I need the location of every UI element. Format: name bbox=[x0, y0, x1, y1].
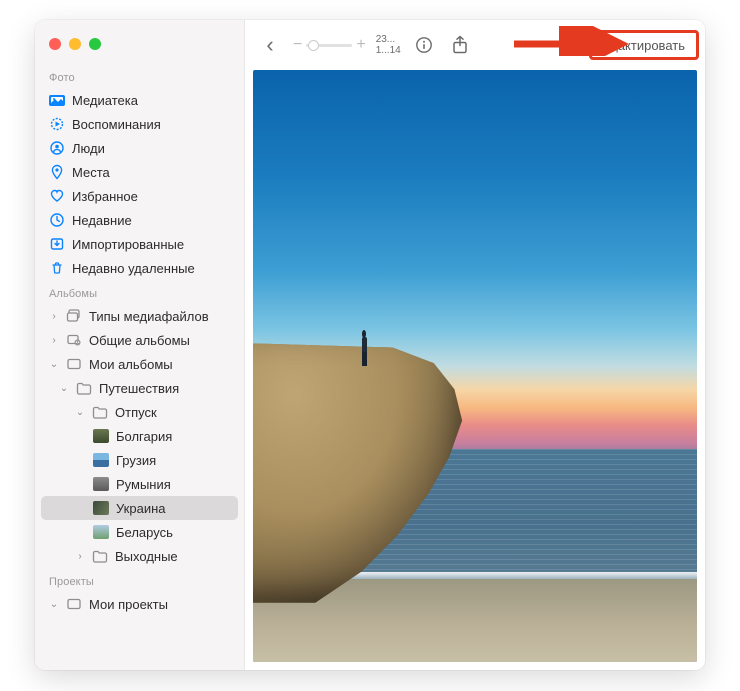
album-thumb-icon bbox=[93, 453, 109, 467]
chevron-down-icon: ⌄ bbox=[75, 407, 85, 418]
person-silhouette-icon bbox=[360, 330, 370, 366]
folder-icon bbox=[76, 380, 92, 396]
sidebar-item-bulgaria[interactable]: Болгария bbox=[35, 424, 244, 448]
sidebar-item-label: Отпуск bbox=[115, 405, 234, 420]
sidebar-item-label: Выходные bbox=[115, 549, 234, 564]
sidebar-item-label: Люди bbox=[72, 141, 234, 156]
sidebar-item-my-albums[interactable]: ⌄ Мои альбомы bbox=[35, 352, 244, 376]
toolbar: ‹ − + 23... 1...14 Редактировать bbox=[245, 20, 705, 70]
close-icon[interactable] bbox=[49, 38, 61, 50]
chevron-right-icon: › bbox=[49, 335, 59, 346]
trash-icon bbox=[49, 260, 65, 276]
section-header-albums: Альбомы bbox=[35, 280, 244, 304]
counter-bottom: 1...14 bbox=[376, 45, 401, 56]
album-icon bbox=[66, 596, 82, 612]
shared-icon bbox=[66, 332, 82, 348]
sidebar-item-places[interactable]: Места bbox=[35, 160, 244, 184]
sidebar-item-label: Болгария bbox=[116, 429, 234, 444]
chevron-down-icon: ⌄ bbox=[59, 383, 69, 394]
library-icon bbox=[49, 92, 65, 108]
counter-top: 23... bbox=[376, 34, 401, 45]
minimize-icon[interactable] bbox=[69, 38, 81, 50]
chevron-down-icon: ⌄ bbox=[49, 599, 59, 610]
sidebar-item-georgia[interactable]: Грузия bbox=[35, 448, 244, 472]
photo-viewer[interactable] bbox=[245, 70, 705, 670]
photo-counter: 23... 1...14 bbox=[376, 34, 401, 56]
sidebar-item-deleted[interactable]: Недавно удаленные bbox=[35, 256, 244, 280]
chevron-right-icon: › bbox=[75, 551, 85, 562]
main-content: ‹ − + 23... 1...14 Редактировать bbox=[245, 20, 705, 670]
sidebar-item-label: Мои проекты bbox=[89, 597, 234, 612]
sidebar-item-label: Мои альбомы bbox=[89, 357, 234, 372]
sidebar-item-my-projects[interactable]: ⌄ Мои проекты bbox=[35, 592, 244, 616]
sidebar-item-weekends[interactable]: › Выходные bbox=[35, 544, 244, 568]
edit-button[interactable]: Редактировать bbox=[587, 34, 693, 57]
sidebar: Фото Медиатека Воспоминания Люди Места И… bbox=[35, 20, 245, 670]
sidebar-item-romania[interactable]: Румыния bbox=[35, 472, 244, 496]
sidebar-item-label: Избранное bbox=[72, 189, 234, 204]
section-header-projects: Проекты bbox=[35, 568, 244, 592]
heart-icon bbox=[49, 188, 65, 204]
sidebar-item-ukraine[interactable]: Украина bbox=[41, 496, 238, 520]
fullscreen-icon[interactable] bbox=[89, 38, 101, 50]
album-thumb-icon bbox=[93, 477, 109, 491]
info-button[interactable] bbox=[411, 32, 437, 58]
sidebar-item-label: Места bbox=[72, 165, 234, 180]
sidebar-item-label: Украина bbox=[116, 501, 228, 516]
album-thumb-icon bbox=[93, 525, 109, 539]
places-icon bbox=[49, 164, 65, 180]
clock-icon bbox=[49, 212, 65, 228]
sidebar-item-favorites[interactable]: Избранное bbox=[35, 184, 244, 208]
back-button[interactable]: ‹ bbox=[257, 32, 283, 58]
memories-icon bbox=[49, 116, 65, 132]
zoom-out-label: − bbox=[293, 36, 302, 54]
sidebar-item-label: Воспоминания bbox=[72, 117, 234, 132]
zoom-in-label: + bbox=[356, 36, 365, 54]
window-controls bbox=[35, 30, 244, 64]
sidebar-item-label: Грузия bbox=[116, 453, 234, 468]
sidebar-item-belarus[interactable]: Беларусь bbox=[35, 520, 244, 544]
sidebar-item-memories[interactable]: Воспоминания bbox=[35, 112, 244, 136]
sidebar-item-recent[interactable]: Недавние bbox=[35, 208, 244, 232]
sidebar-item-label: Румыния bbox=[116, 477, 234, 492]
zoom-slider[interactable]: − + bbox=[293, 36, 366, 54]
stack-icon bbox=[66, 308, 82, 324]
album-thumb-icon bbox=[93, 429, 109, 443]
sidebar-item-label: Недавно удаленные bbox=[72, 261, 234, 276]
chevron-right-icon: › bbox=[49, 311, 59, 322]
sidebar-item-label: Типы медиафайлов bbox=[89, 309, 234, 324]
people-icon bbox=[49, 140, 65, 156]
section-header-photo: Фото bbox=[35, 64, 244, 88]
sidebar-item-label: Путешествия bbox=[99, 381, 234, 396]
share-button[interactable] bbox=[447, 32, 473, 58]
sidebar-item-library[interactable]: Медиатека bbox=[35, 88, 244, 112]
slider-track bbox=[306, 44, 352, 47]
sidebar-item-people[interactable]: Люди bbox=[35, 136, 244, 160]
folder-icon bbox=[92, 548, 108, 564]
sidebar-item-media-types[interactable]: › Типы медиафайлов bbox=[35, 304, 244, 328]
sidebar-item-label: Импортированные bbox=[72, 237, 234, 252]
sidebar-item-shared-albums[interactable]: › Общие альбомы bbox=[35, 328, 244, 352]
sidebar-item-label: Медиатека bbox=[72, 93, 234, 108]
sidebar-item-imported[interactable]: Импортированные bbox=[35, 232, 244, 256]
folder-icon bbox=[92, 404, 108, 420]
sidebar-item-label: Беларусь bbox=[116, 525, 234, 540]
sidebar-item-travels[interactable]: ⌄ Путешествия bbox=[35, 376, 244, 400]
import-icon bbox=[49, 236, 65, 252]
photo-image bbox=[253, 70, 697, 662]
sidebar-item-vacation[interactable]: ⌄ Отпуск bbox=[35, 400, 244, 424]
app-window: Фото Медиатека Воспоминания Люди Места И… bbox=[35, 20, 705, 670]
album-thumb-icon bbox=[93, 501, 109, 515]
sidebar-item-label: Общие альбомы bbox=[89, 333, 234, 348]
chevron-down-icon: ⌄ bbox=[49, 359, 59, 370]
sidebar-item-label: Недавние bbox=[72, 213, 234, 228]
album-icon bbox=[66, 356, 82, 372]
slider-handle-icon[interactable] bbox=[308, 40, 319, 51]
